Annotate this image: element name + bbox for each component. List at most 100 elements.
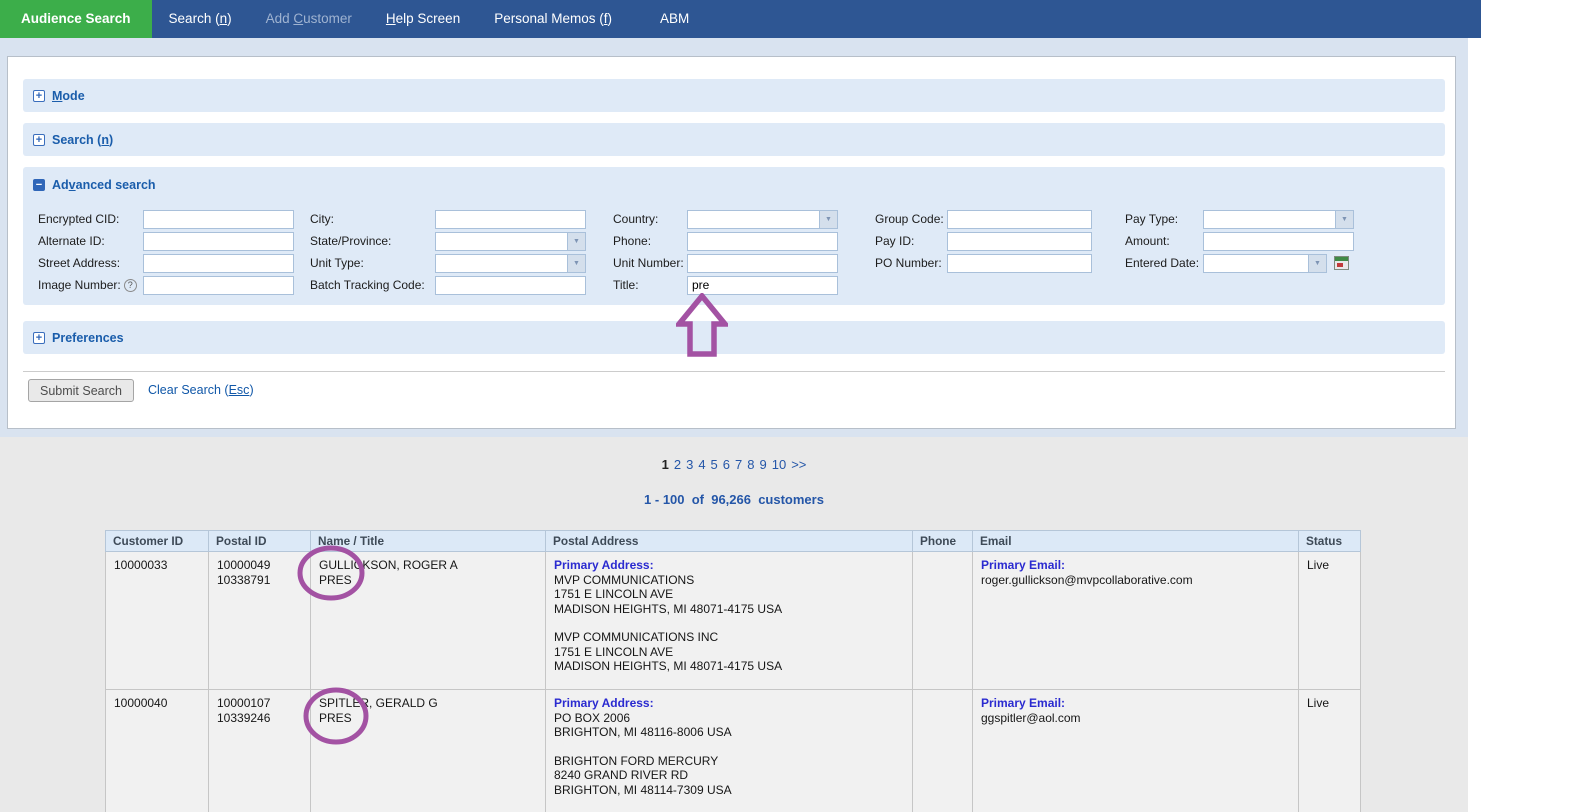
address-line: BRIGHTON, MI 48114-7309 USA — [554, 783, 904, 798]
calendar-icon[interactable] — [1334, 256, 1349, 270]
tab-add-customer[interactable]: Add Customer — [249, 0, 369, 38]
column-header-status: Status — [1299, 531, 1361, 552]
search-panel-title: Search (n) — [52, 133, 113, 147]
dropdown-arrow-icon[interactable]: ▼ — [1335, 210, 1354, 229]
title-input[interactable] — [687, 276, 838, 295]
pagination-page-link[interactable]: 4 — [698, 457, 705, 472]
alternate-id-input[interactable] — [143, 232, 294, 251]
pay-type-dropdown[interactable]: ▼ — [1203, 210, 1354, 229]
field-row: Alternate ID: — [38, 230, 294, 252]
unit-type-label: Unit Type: — [310, 256, 435, 270]
submit-search-button[interactable]: Submit Search — [28, 379, 134, 402]
field-row: Country: ▼ — [613, 208, 838, 230]
encrypted-cid-input[interactable] — [143, 210, 294, 229]
country-dropdown[interactable]: ▼ — [687, 210, 838, 229]
address-line: MADISON HEIGHTS, MI 48071-4175 USA — [554, 659, 904, 674]
batch-tracking-code-input[interactable] — [435, 276, 586, 295]
entered-date-input[interactable] — [1203, 254, 1308, 273]
field-row: Pay ID: — [875, 230, 1092, 252]
tab-help-screen[interactable]: Help Screen — [369, 0, 477, 38]
preferences-panel-header[interactable]: + Preferences — [23, 321, 1445, 354]
expand-icon[interactable]: + — [33, 90, 45, 102]
group-code-input[interactable] — [947, 210, 1092, 229]
tab-add-customer-accesskey: C — [293, 11, 303, 26]
amount-input[interactable] — [1203, 232, 1354, 251]
street-address-input[interactable] — [143, 254, 294, 273]
pagination-page-link[interactable]: 5 — [711, 457, 718, 472]
pagination-page-link[interactable]: 8 — [747, 457, 754, 472]
alternate-id-label: Alternate ID: — [38, 234, 143, 248]
entered-date-label: Entered Date: — [1125, 256, 1203, 270]
po-number-input[interactable] — [947, 254, 1092, 273]
tab-help-label-end: elp Screen — [396, 11, 461, 26]
tab-search-label: Search ( — [169, 11, 220, 26]
primary-address-label: Primary Address: — [554, 696, 904, 711]
tab-search-label-end: ) — [227, 11, 232, 26]
tab-personal-memos[interactable]: Personal Memos (f) — [477, 0, 629, 38]
mode-panel-header[interactable]: + Mode — [23, 79, 1445, 112]
table-row: 100000331000004910338791GULLICKSON, ROGE… — [106, 552, 1361, 690]
state-province-input[interactable] — [435, 232, 567, 251]
pay-type-label: Pay Type: — [1125, 212, 1203, 226]
unit-number-input[interactable] — [687, 254, 838, 273]
dropdown-arrow-icon[interactable]: ▼ — [567, 254, 586, 273]
entered-date-dropdown[interactable]: ▼ — [1203, 254, 1327, 273]
advanced-form-column-4: Group Code: Pay ID: PO Number: — [875, 208, 1092, 274]
address-line: 1751 E LINCOLN AVE — [554, 587, 904, 602]
column-header-name-title: Name / Title — [311, 531, 546, 552]
tab-audience-search[interactable]: Audience Search — [0, 0, 152, 38]
search-panel: + Search (n) — [23, 123, 1445, 156]
advanced-search-panel-title: Advanced search — [52, 178, 156, 192]
tab-search-accesskey: n — [220, 11, 228, 26]
unit-type-dropdown[interactable]: ▼ — [435, 254, 586, 273]
search-panel-header[interactable]: + Search (n) — [23, 123, 1445, 156]
cell-email: Primary Email:ggspitler@aol.com — [973, 690, 1299, 812]
pay-id-input[interactable] — [947, 232, 1092, 251]
pagination-page-link[interactable]: 6 — [723, 457, 730, 472]
unit-type-input[interactable] — [435, 254, 567, 273]
pagination-page-link[interactable]: 2 — [674, 457, 681, 472]
tab-abm[interactable]: ABM — [643, 0, 706, 38]
field-row: Image Number:? — [38, 274, 294, 296]
tab-search[interactable]: Search (n) — [152, 0, 249, 38]
customer-name: GULLICKSON, ROGER A — [319, 558, 537, 573]
tab-add-customer-label-end: ustomer — [303, 11, 352, 26]
pagination-page-link[interactable]: 7 — [735, 457, 742, 472]
cell-postal-address: Primary Address:PO BOX 2006BRIGHTON, MI … — [546, 690, 913, 812]
pagination-page-link[interactable]: 10 — [772, 457, 786, 472]
city-input[interactable] — [435, 210, 586, 229]
state-province-dropdown[interactable]: ▼ — [435, 232, 586, 251]
country-input[interactable] — [687, 210, 819, 229]
expand-icon[interactable]: + — [33, 134, 45, 146]
help-icon[interactable]: ? — [124, 279, 137, 292]
field-row: Group Code: — [875, 208, 1092, 230]
pay-type-input[interactable] — [1203, 210, 1335, 229]
email-value: roger.gullickson@mvpcollaborative.com — [981, 573, 1290, 588]
postal-id-value: 10338791 — [217, 573, 302, 588]
phone-input[interactable] — [687, 232, 838, 251]
pagination-next-link[interactable]: >> — [791, 457, 806, 472]
advanced-search-panel-header[interactable]: − Advanced search — [23, 167, 1445, 197]
results-section: 12345678910>> 1 - 100 of 96,266 customer… — [0, 437, 1468, 812]
clear-search-link[interactable]: Clear Search (Esc) — [148, 383, 254, 397]
cell-status: Live — [1299, 552, 1361, 690]
mode-panel-title: Mode — [52, 89, 85, 103]
audience-search-screen: Audience Search Search (n) Add Customer … — [0, 0, 1579, 812]
dropdown-arrow-icon[interactable]: ▼ — [1308, 254, 1327, 273]
expand-icon[interactable]: + — [33, 332, 45, 344]
field-row: Street Address: — [38, 252, 294, 274]
dropdown-arrow-icon[interactable]: ▼ — [567, 232, 586, 251]
divider — [23, 371, 1445, 372]
tab-memos-label-end: ) — [608, 11, 613, 26]
field-row: Phone: — [613, 230, 838, 252]
pagination-page-link[interactable]: 9 — [759, 457, 766, 472]
field-row: Entered Date: ▼ — [1125, 252, 1354, 274]
collapse-icon[interactable]: − — [33, 179, 45, 191]
image-number-label: Image Number:? — [38, 278, 143, 292]
dropdown-arrow-icon[interactable]: ▼ — [819, 210, 838, 229]
image-number-input[interactable] — [143, 276, 294, 295]
customer-title: PRES — [319, 711, 537, 726]
advanced-form-column-2: City: State/Province: ▼ Unit Type: ▼ Bat… — [310, 208, 586, 296]
tab-help-accesskey: H — [386, 11, 396, 26]
pagination-page-link[interactable]: 3 — [686, 457, 693, 472]
